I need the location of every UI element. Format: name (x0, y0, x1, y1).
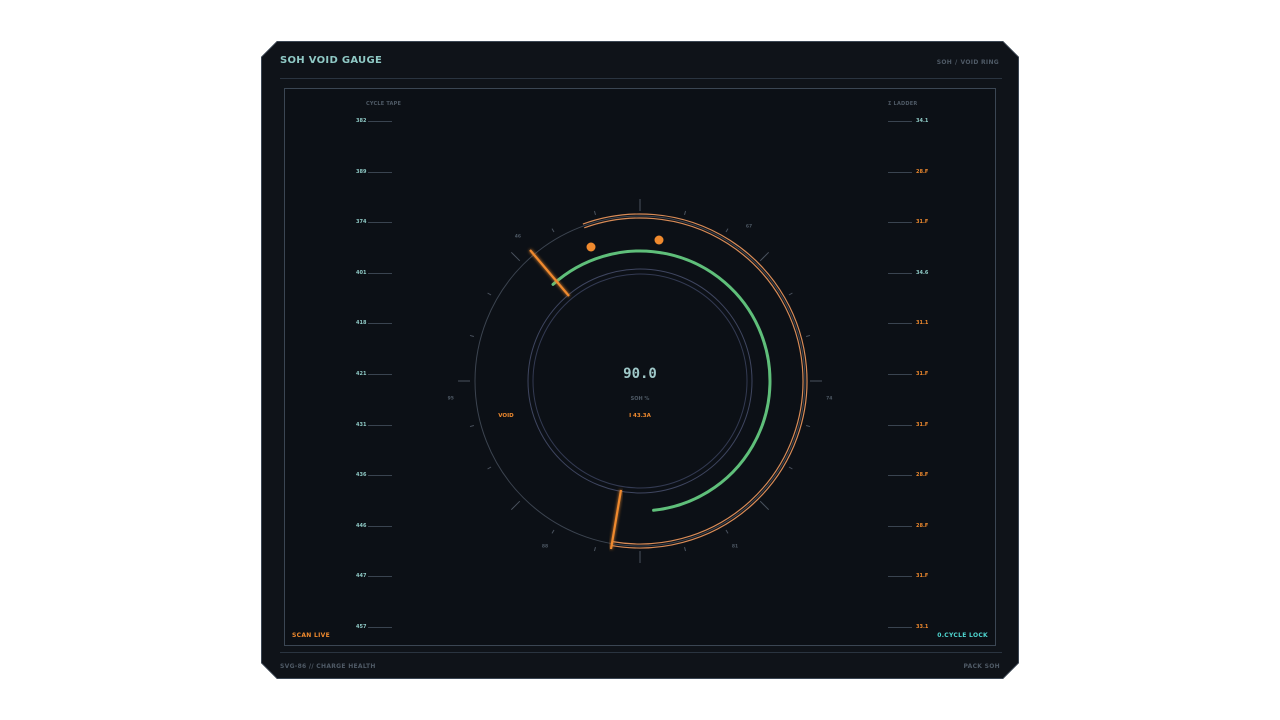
ring-tick (725, 529, 729, 534)
ring-tick (788, 292, 793, 296)
ring-tick (759, 251, 770, 262)
current-readout: I 43.3A (629, 413, 652, 419)
ring-label: 67 (746, 223, 752, 229)
ring-label: 88 (542, 544, 548, 550)
soh-arc (551, 249, 772, 512)
ring-tick (684, 547, 687, 552)
ring-tick (510, 251, 521, 262)
ring-tick (510, 500, 521, 511)
ring-tick (593, 547, 596, 552)
void-needle-end (609, 489, 623, 550)
ring-tick (788, 466, 793, 470)
ring-tick (593, 210, 596, 215)
ring-label: 95 (448, 396, 454, 402)
ring-tick (469, 334, 474, 337)
ring-tick (806, 425, 811, 428)
ring-tick (806, 334, 811, 337)
soh-value: 90.0 (623, 366, 657, 382)
ring-tick (725, 228, 729, 233)
ring-labels: 46 67 74 81 88 95 (448, 223, 833, 549)
ring-tick (487, 466, 492, 470)
ring-tick (487, 292, 492, 296)
ring-tick (469, 425, 474, 428)
ring-label: 46 (515, 233, 521, 239)
scan-marker[interactable] (586, 242, 596, 252)
ring-label: 81 (732, 544, 738, 550)
ring-label: 74 (826, 396, 832, 402)
void-label: VOID (498, 413, 514, 419)
soh-unit-label: SOH % (631, 396, 650, 402)
scan-marker[interactable] (654, 235, 664, 245)
ring-tick (551, 228, 555, 233)
void-needle-start (529, 249, 570, 297)
ring-tick (759, 500, 770, 511)
ring-tick (551, 529, 555, 534)
ring-tick (684, 210, 687, 215)
void-ring-gauge: 46 67 74 81 88 95 90.0 SOH % I 43.3A VOID (290, 199, 990, 563)
